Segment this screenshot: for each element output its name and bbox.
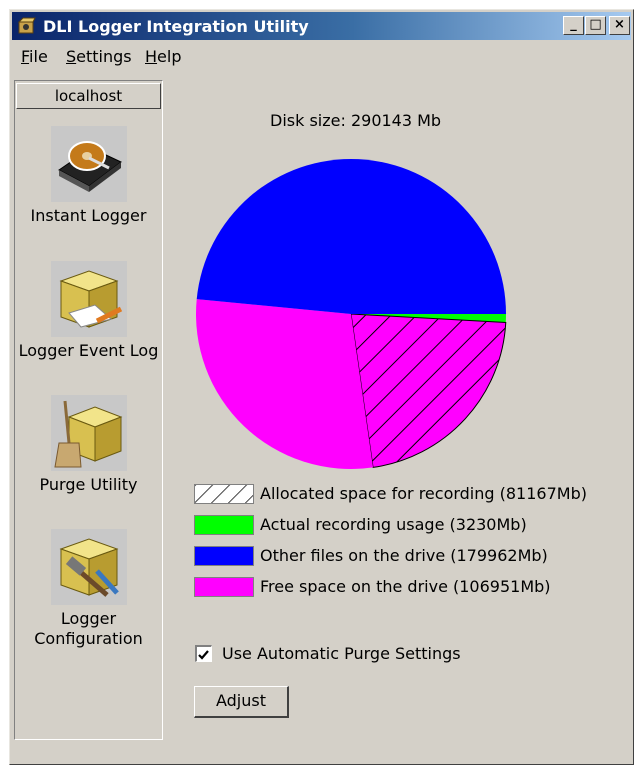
- close-button[interactable]: ×: [609, 16, 630, 35]
- tool-label: Purge Utility: [39, 475, 138, 494]
- legend-label: Other files on the drive (179962Mb): [260, 546, 548, 565]
- app-window: DLI Logger Integration Utility _ □ × Fil…: [9, 9, 634, 765]
- tool-sidebar: localhost Instant Logger Logger Event Lo…: [14, 80, 163, 740]
- hard-drive-icon: [50, 126, 127, 202]
- menu-file[interactable]: File: [21, 47, 48, 66]
- menu-settings-rest: ettings: [76, 47, 132, 66]
- tools-box-icon: [50, 529, 127, 605]
- minimize-button[interactable]: _: [563, 16, 584, 35]
- broom-box-icon: [50, 395, 127, 471]
- window-title: DLI Logger Integration Utility: [43, 17, 309, 36]
- maximize-button[interactable]: □: [585, 16, 606, 35]
- legend-swatch-blue: [194, 546, 254, 566]
- disk-usage-pie-chart: [195, 159, 507, 469]
- menu-file-accel: F: [21, 47, 30, 66]
- disk-size-label: Disk size: 290143 Mb: [270, 111, 442, 130]
- legend-label: Free space on the drive (106951Mb): [260, 577, 551, 596]
- host-button[interactable]: localhost: [16, 83, 161, 109]
- legend-label: Actual recording usage (3230Mb): [260, 515, 527, 534]
- tool-label-line2: Configuration: [34, 629, 143, 648]
- auto-purge-label: Use Automatic Purge Settings: [222, 644, 461, 663]
- auto-purge-checkbox[interactable]: [195, 645, 212, 662]
- legend-swatch-green: [194, 515, 254, 535]
- menu-settings[interactable]: Settings: [66, 47, 132, 66]
- pie-slice-3: [196, 159, 506, 314]
- tool-label: Logger Configuration: [15, 609, 162, 649]
- menu-settings-accel: S: [66, 47, 77, 66]
- menu-help[interactable]: Help: [145, 47, 181, 66]
- adjust-button[interactable]: Adjust: [194, 686, 289, 718]
- menu-help-rest: elp: [157, 47, 182, 66]
- menu-file-rest: ile: [29, 47, 48, 66]
- title-bar[interactable]: DLI Logger Integration Utility _ □ ×: [12, 12, 631, 40]
- menu-help-accel: H: [145, 47, 158, 66]
- tool-label: Instant Logger: [30, 206, 147, 225]
- tool-logger-configuration[interactable]: Logger Configuration: [15, 529, 162, 649]
- tool-label: Logger Event Log: [18, 341, 159, 360]
- menu-bar: File Settings Help: [12, 43, 631, 69]
- pie-slice-2: [195, 299, 374, 469]
- tool-purge-utility[interactable]: Purge Utility: [15, 395, 162, 495]
- pie-slice-1: [350, 313, 507, 468]
- tool-logger-event-log[interactable]: Logger Event Log: [15, 261, 162, 361]
- legend-swatch-hatched: [194, 484, 254, 504]
- tool-label-line1: Logger: [60, 609, 117, 628]
- legend-swatch-magenta: [194, 577, 254, 597]
- legend-label: Allocated space for recording (81167Mb): [260, 484, 587, 503]
- event-log-box-icon: [50, 261, 127, 337]
- app-icon: [17, 17, 36, 34]
- tool-instant-logger[interactable]: Instant Logger: [15, 126, 162, 226]
- checkmark-icon: [198, 650, 209, 660]
